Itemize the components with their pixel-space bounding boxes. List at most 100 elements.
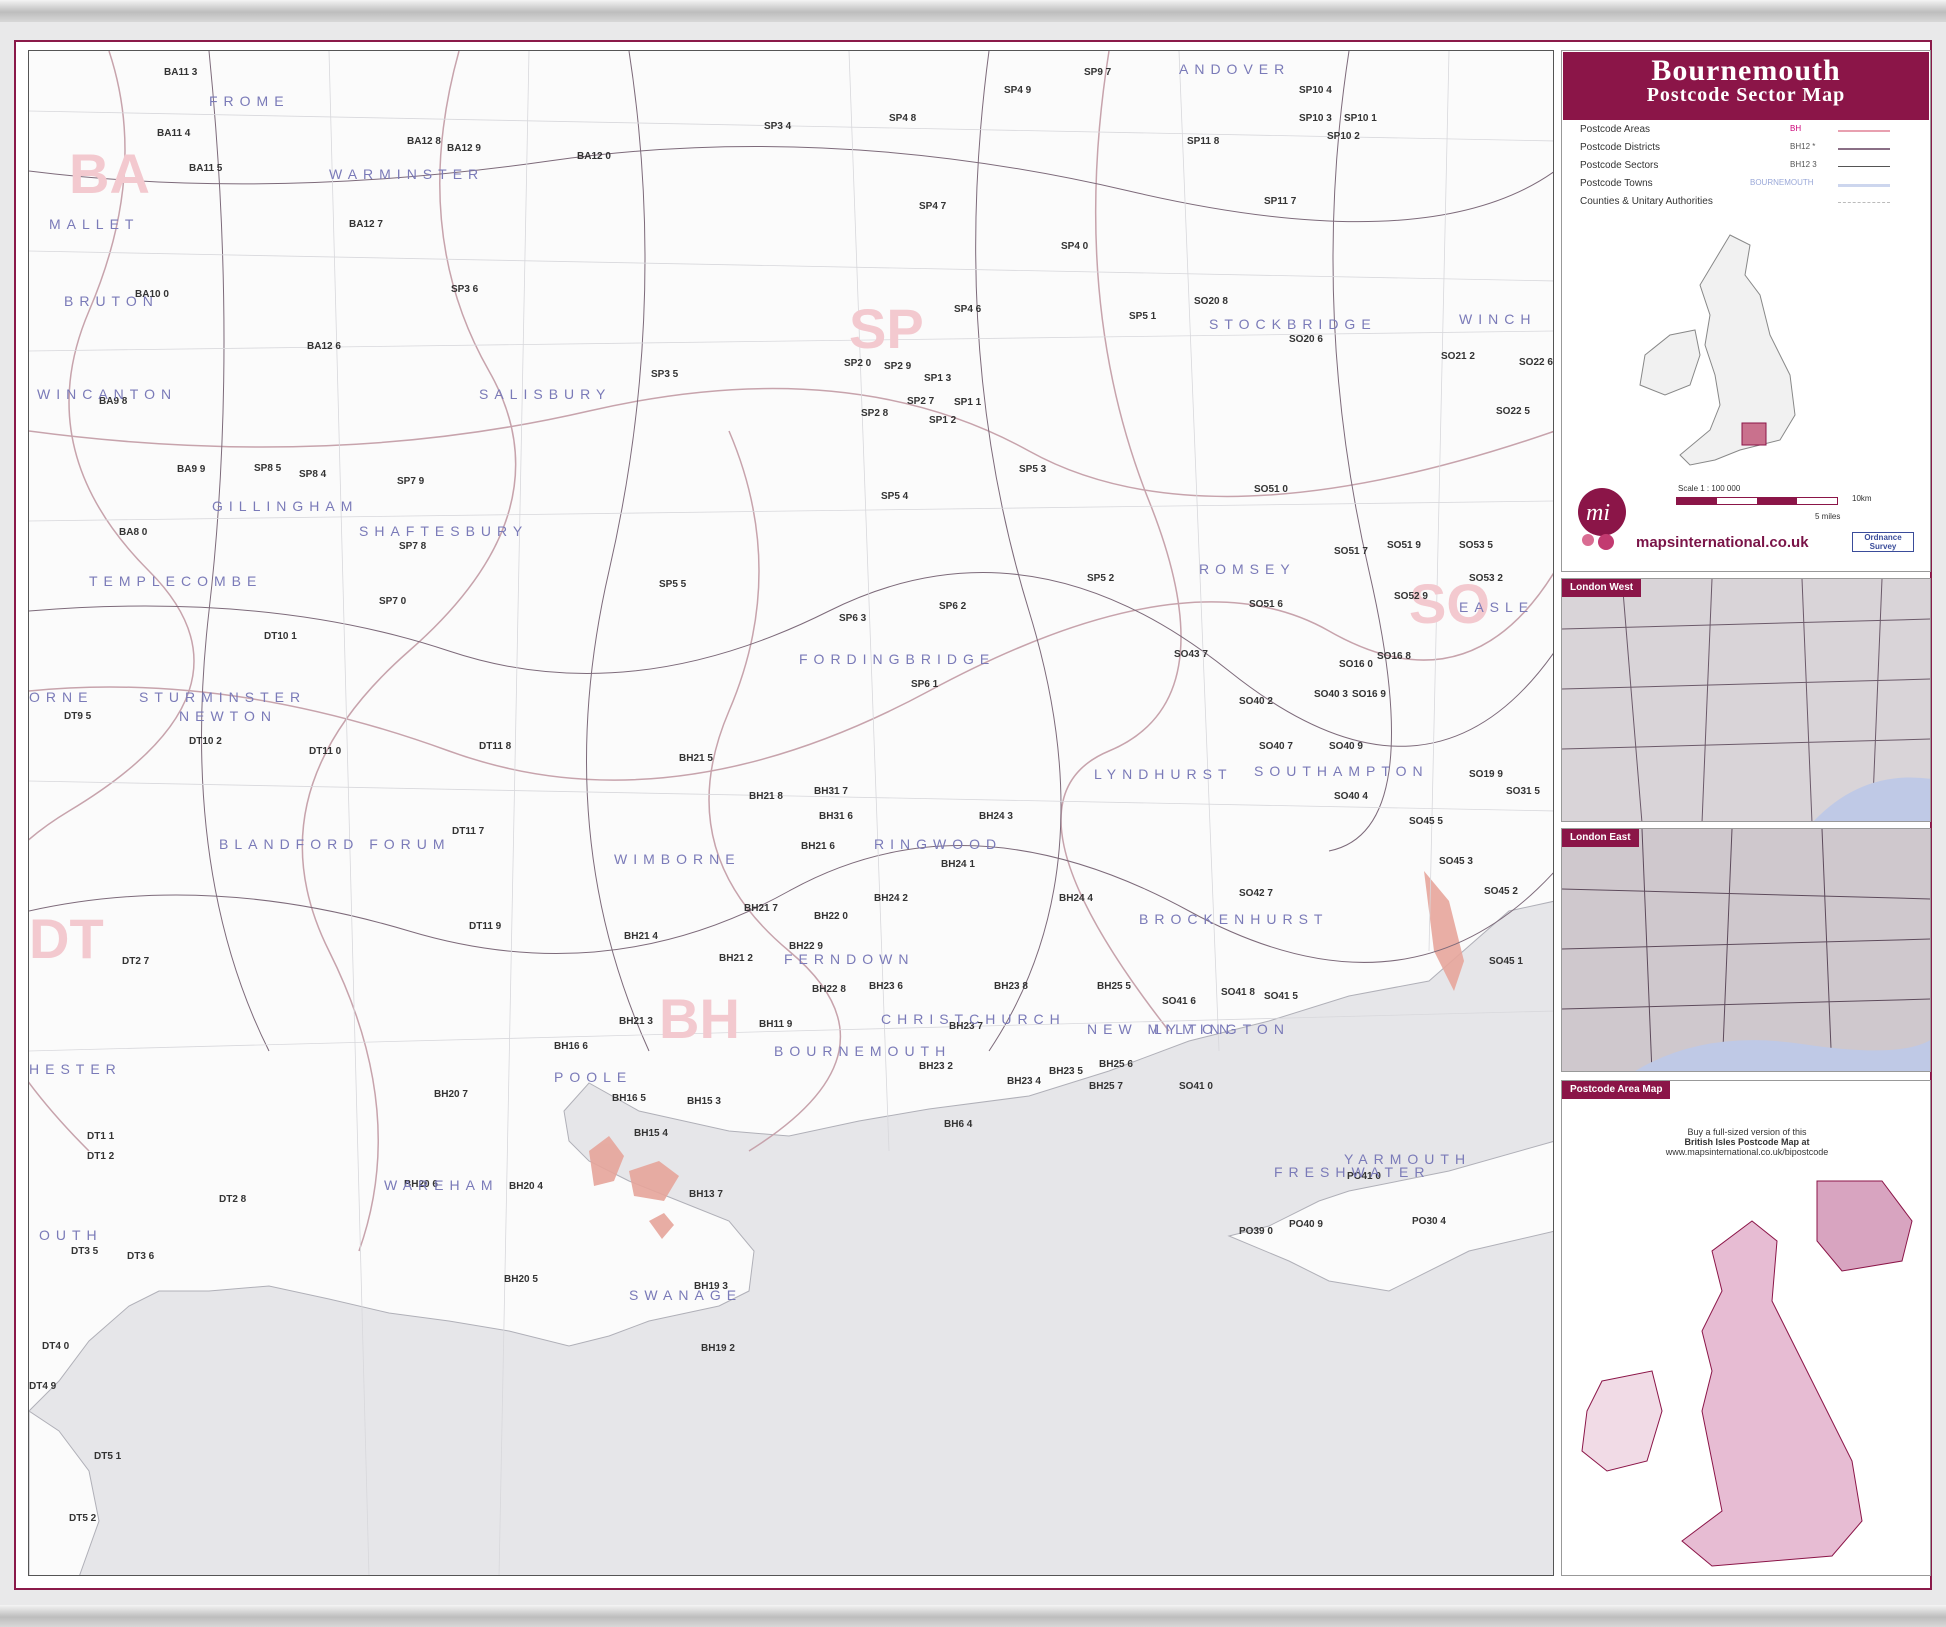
- sector-label: BH23 2: [919, 1061, 953, 1072]
- town-label: BRUTON: [64, 293, 159, 309]
- town-label: STURMINSTER: [139, 689, 307, 705]
- sector-label: SP7 0: [379, 596, 407, 607]
- sector-label: SO43 7: [1174, 649, 1208, 660]
- sector-label: SO41 6: [1162, 996, 1196, 1007]
- legend-row-counties: Counties & Unitary Authorities: [1580, 196, 1920, 212]
- sector-label: BA12 6: [307, 341, 341, 352]
- top-hanging-rail: [0, 0, 1946, 22]
- sector-label: SO40 3: [1314, 689, 1348, 700]
- inset-london-east: London East: [1561, 828, 1931, 1072]
- sector-label: SP2 0: [844, 358, 872, 369]
- sector-label: SO51 9: [1387, 540, 1421, 551]
- town-label: BOURNEMOUTH: [774, 1043, 952, 1059]
- sector-label: BH31 7: [814, 786, 848, 797]
- sector-label: SP3 4: [764, 121, 792, 132]
- sector-label: SO41 5: [1264, 991, 1298, 1002]
- town-label: SOUTHAMPTON: [1254, 763, 1429, 779]
- town-label: WARMINSTER: [329, 166, 485, 182]
- town-label: NEW MILTON: [1087, 1021, 1236, 1037]
- sector-label: BH25 5: [1097, 981, 1131, 992]
- sector-label: BA8 0: [119, 527, 148, 538]
- town-label: CHRISTCHURCH: [881, 1011, 1066, 1027]
- area-label: SP: [849, 297, 924, 360]
- sector-label: BH15 4: [634, 1128, 668, 1139]
- town-label: GILLINGHAM: [212, 498, 359, 514]
- sector-label: SO51 6: [1249, 599, 1283, 610]
- inset-postcode-area-map: Postcode Area Map Buy a full-sized versi…: [1561, 1080, 1931, 1576]
- sector-label: SO40 2: [1239, 696, 1273, 707]
- sector-label: SP4 8: [889, 113, 917, 124]
- sector-label: BH22 8: [812, 984, 846, 995]
- uk-postcode-area-map: [1581, 1180, 1913, 1567]
- town-label: SALISBURY: [479, 386, 612, 402]
- sector-label: SP5 4: [881, 491, 909, 502]
- sector-label: SP4 6: [954, 304, 982, 315]
- sector-label: SP10 2: [1327, 131, 1360, 142]
- town-label: EASLE: [1459, 599, 1535, 615]
- legend-row-sectors: Postcode Sectors BH12 3: [1580, 160, 1920, 176]
- sector-label: BA9 9: [177, 464, 206, 475]
- town-label: TEMPLECOMBE: [89, 573, 263, 589]
- sector-label: SO45 2: [1484, 886, 1518, 897]
- sector-label: SP4 0: [1061, 241, 1089, 252]
- map-base-svg: [29, 51, 1553, 1575]
- sector-label: DT2 7: [122, 956, 150, 967]
- sector-label: SP7 8: [399, 541, 427, 552]
- town-label: LYNDHURST: [1094, 766, 1233, 782]
- map-subtitle: Postcode Sector Map: [1646, 84, 1846, 106]
- sector-label: SO22 6: [1519, 357, 1553, 368]
- town-label: RINGWOOD: [874, 836, 1003, 852]
- sector-label: SP3 5: [651, 369, 679, 380]
- town-label: WINCANTON: [37, 386, 178, 402]
- sector-label: SP10 3: [1299, 113, 1332, 124]
- sector-label: SO52 9: [1394, 591, 1428, 602]
- town-label: BLANDFORD FORUM: [219, 836, 451, 852]
- sector-label: SO40 7: [1259, 741, 1293, 752]
- sector-label: DT3 6: [127, 1251, 155, 1262]
- sector-label: SP7 9: [397, 476, 425, 487]
- sector-label: SP9 7: [1084, 67, 1112, 78]
- sector-label: BA12 7: [349, 219, 383, 230]
- sector-label: SP4 9: [1004, 85, 1032, 96]
- sector-label: SP3 6: [451, 284, 479, 295]
- sector-label: BH21 4: [624, 931, 658, 942]
- sector-label: DT11 8: [479, 741, 512, 752]
- sector-label: BA12 0: [577, 151, 611, 162]
- sector-label: BH15 3: [687, 1096, 721, 1107]
- sector-label: SP1 3: [924, 373, 952, 384]
- sector-label: SP6 1: [911, 679, 939, 690]
- town-label: FORDINGBRIDGE: [799, 651, 996, 667]
- sector-label: SO16 9: [1352, 689, 1386, 700]
- sector-label: BH21 5: [679, 753, 713, 764]
- sector-label: SO45 5: [1409, 816, 1443, 827]
- sector-label: BH24 4: [1059, 893, 1093, 904]
- town-label: WINCH: [1459, 311, 1537, 327]
- sector-label: BA12 9: [447, 143, 481, 154]
- sector-label: DT10 1: [264, 631, 297, 642]
- sector-label: SO31 5: [1506, 786, 1540, 797]
- sector-label: SO20 8: [1194, 296, 1228, 307]
- inset-london-west: London West: [1561, 578, 1931, 822]
- inset-london-east-title: London East: [1562, 829, 1639, 847]
- inset-london-west-title: London West: [1562, 579, 1642, 597]
- sector-label: BH20 5: [504, 1274, 538, 1285]
- area-label: BA: [69, 142, 150, 205]
- sector-label: BH6 4: [944, 1119, 973, 1130]
- sector-label: DT4 9: [29, 1381, 57, 1392]
- sector-label: SP2 9: [884, 361, 912, 372]
- sector-label: SP11 8: [1187, 136, 1220, 147]
- town-label: POOLE: [554, 1069, 633, 1085]
- sector-label: SO41 0: [1179, 1081, 1213, 1092]
- sector-label: DT1 1: [87, 1131, 115, 1142]
- sector-label: BA11 4: [157, 128, 191, 139]
- sector-label: SP10 4: [1299, 85, 1332, 96]
- town-label: FRESHWATER: [1274, 1164, 1431, 1180]
- sector-label: BH20 7: [434, 1089, 468, 1100]
- town-label: FERNDOWN: [784, 951, 915, 967]
- ordnance-survey-badge: Ordnance Survey: [1852, 532, 1914, 552]
- sector-label: DT10 2: [189, 736, 222, 747]
- sector-label: BA12 8: [407, 136, 441, 147]
- town-label: NEWTON: [179, 708, 277, 724]
- town-label: ORNE: [29, 689, 94, 705]
- sector-label: DT1 2: [87, 1151, 115, 1162]
